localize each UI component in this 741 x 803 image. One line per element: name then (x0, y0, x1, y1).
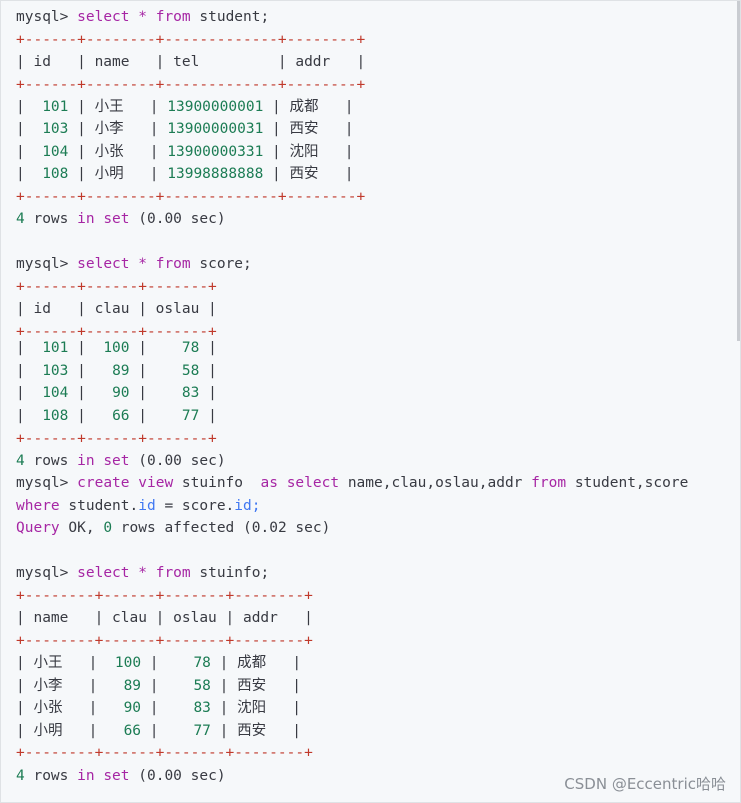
table-row: | 108 | 66 | 77 | (16, 408, 217, 424)
table-border: +------+------+-------+ (16, 431, 217, 447)
table-border: +--------+------+-------+--------+ (16, 588, 313, 604)
table-row: | 101 | 100 | 78 | (16, 340, 217, 356)
table-row: | 小王 | 100 | 78 | 成都 | (16, 655, 302, 671)
command-line: mysql> create view stuinfo as select nam… (16, 475, 689, 491)
table-border: +------+--------+-------------+--------+ (16, 77, 366, 93)
table-row: | 101 | 小王 | 13900000001 | 成都 | (16, 99, 354, 115)
result-summary: 4 rows in set (0.00 sec) (16, 768, 226, 784)
table-row: | 103 | 89 | 58 | (16, 363, 217, 379)
keyword: * (138, 9, 147, 25)
result-summary: 4 rows in set (0.00 sec) (16, 453, 226, 469)
command-line-continuation: where student.id = score.id; (16, 498, 261, 514)
table-header: | id | clau | oslau | (16, 301, 217, 317)
prompt: mysql> (16, 9, 69, 25)
command-line: mysql> select * from score; (16, 256, 252, 272)
table-border: +------+--------+-------------+--------+ (16, 189, 366, 205)
keyword: select (77, 9, 130, 25)
query-ok-message: Query OK, 0 rows affected (0.02 sec) (16, 520, 331, 536)
watermark: CSDN @Eccentric哈哈 (564, 775, 726, 793)
scrollbar[interactable] (737, 1, 740, 341)
command-line: mysql> select * from student; (16, 6, 269, 28)
table-name: student; (199, 9, 270, 25)
table-row: | 104 | 小张 | 13900000331 | 沈阳 | (16, 144, 354, 160)
table-row: | 108 | 小明 | 13998888888 | 西安 | (16, 166, 354, 182)
table-border: +------+--------+-------------+--------+ (16, 32, 366, 48)
table-row: | 小明 | 66 | 77 | 西安 | (16, 723, 302, 739)
table-border: +------+------+-------+ (16, 279, 217, 295)
result-summary: 4 rows in set (0.00 sec) (16, 211, 226, 227)
table-border: +--------+------+-------+--------+ (16, 745, 313, 761)
command-line: mysql> select * from stuinfo; (16, 565, 270, 581)
table-row: | 小李 | 89 | 58 | 西安 | (16, 678, 302, 694)
table-row: | 104 | 90 | 83 | (16, 385, 217, 401)
table-border: +--------+------+-------+--------+ (16, 633, 313, 649)
keyword: from (155, 9, 191, 25)
table-row: | 小张 | 90 | 83 | 沈阳 | (16, 700, 302, 716)
table-header: | name | clau | oslau | addr | (16, 610, 313, 626)
table-header: | id | name | tel | addr | (16, 54, 366, 70)
table-row: | 103 | 小李 | 13900000031 | 西安 | (16, 121, 354, 137)
terminal-output-panel: mysql> select * from student; +------+--… (0, 0, 741, 803)
